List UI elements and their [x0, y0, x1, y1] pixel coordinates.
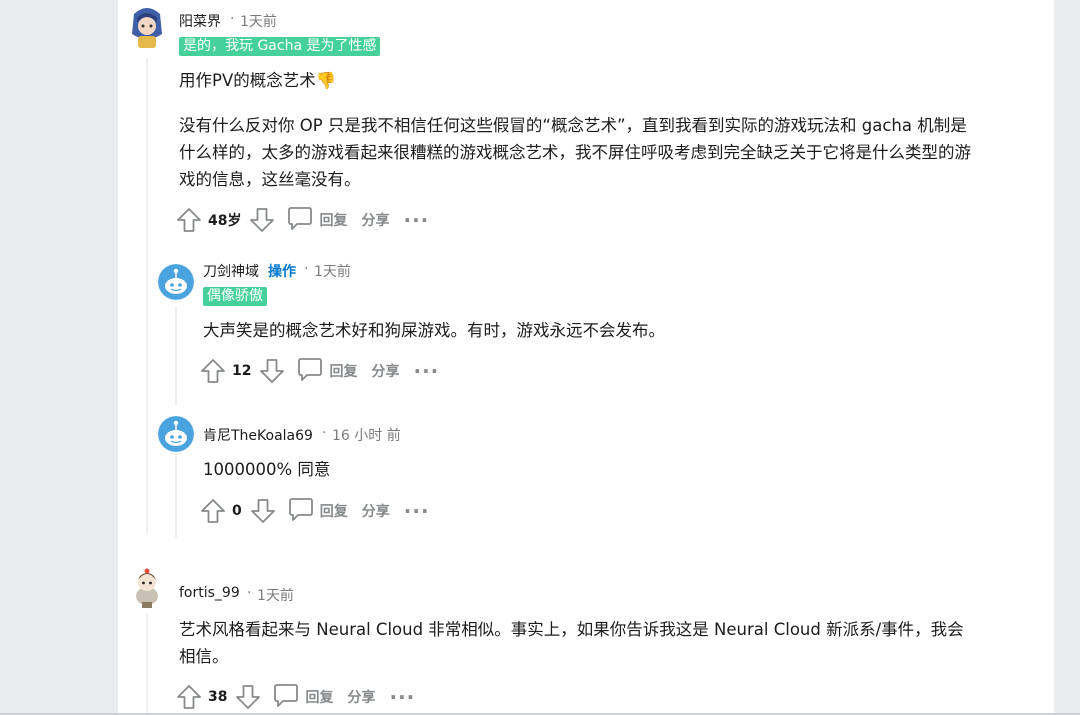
meta-separator: ·	[304, 261, 309, 277]
thread-line-3[interactable]	[175, 454, 177, 538]
comment-author[interactable]: 阳菜界	[179, 11, 221, 31]
reply-button[interactable]: 回复	[288, 496, 348, 526]
comment-body-line: 大声笑是的概念艺术好和狗屎游戏。有时，游戏永远不会发布。	[203, 321, 665, 340]
upvote-icon[interactable]	[200, 498, 226, 524]
comment-bubble-icon	[273, 682, 299, 712]
comment-actions: 38 回复 分享 ···	[176, 683, 415, 711]
upvote-icon[interactable]	[176, 207, 202, 233]
avatar[interactable]	[158, 264, 194, 300]
comment-actions: 0 回复 分享 ···	[200, 497, 430, 525]
meta-separator: ·	[230, 11, 235, 27]
more-options-icon[interactable]: ···	[413, 361, 439, 381]
comment-timestamp[interactable]: 1天前	[240, 11, 277, 31]
comment-bubble-icon	[297, 356, 323, 386]
share-button[interactable]: 分享	[371, 361, 399, 381]
comment-body-line: 1000000% 同意	[203, 460, 331, 479]
downvote-icon[interactable]	[259, 358, 285, 384]
share-button[interactable]: 分享	[362, 501, 390, 521]
upvote-icon[interactable]	[176, 684, 202, 710]
meta-separator: ·	[247, 585, 252, 601]
thread-line-2[interactable]	[175, 306, 177, 406]
more-options-icon[interactable]: ···	[389, 687, 415, 707]
vote-count: 38	[208, 689, 228, 705]
comment-body-line: 用作PV的概念艺术👎	[179, 71, 337, 90]
reply-button[interactable]: 回复	[297, 356, 357, 386]
avatar[interactable]	[158, 416, 194, 452]
reply-button[interactable]: 回复	[287, 205, 347, 235]
comment-bubble-icon	[288, 496, 314, 526]
comment-bubble-icon	[287, 205, 313, 235]
user-flair: 是的，我玩 Gacha 是为了性感	[179, 37, 381, 56]
reply-label: 回复	[319, 213, 348, 229]
op-badge: 操作	[268, 264, 296, 280]
share-button[interactable]: 分享	[347, 687, 375, 707]
downvote-icon[interactable]	[249, 207, 275, 233]
more-options-icon[interactable]: ···	[403, 210, 429, 230]
meta-separator: ·	[322, 425, 327, 441]
thread-line-1[interactable]	[146, 58, 148, 535]
comment-actions: 48岁 回复 分享 ···	[176, 206, 429, 234]
more-options-icon[interactable]: ···	[404, 501, 430, 521]
comment-author[interactable]: 肯尼TheKoala69	[203, 425, 313, 445]
comment-timestamp[interactable]: 1天前	[257, 585, 294, 605]
avatar[interactable]	[128, 566, 166, 610]
vote-count: 12	[232, 363, 252, 379]
comment-timestamp[interactable]: 16 小时 前	[332, 425, 401, 445]
share-button[interactable]: 分享	[361, 210, 389, 230]
reply-button[interactable]: 回复	[273, 682, 333, 712]
downvote-icon[interactable]	[235, 684, 261, 710]
vote-count: 0	[232, 503, 242, 519]
comment-timestamp[interactable]: 1天前	[314, 261, 351, 281]
comment-author[interactable]: 刀剑神域	[203, 261, 259, 281]
reply-label: 回复	[329, 364, 358, 380]
reply-label: 回复	[319, 504, 348, 520]
comment-body-paragraph: 没有什么反对你 OP 只是我不相信任何这些假冒的“概念艺术”，直到我看到实际的游…	[179, 116, 971, 189]
user-flair: 偶像骄傲	[203, 287, 267, 306]
reply-label: 回复	[305, 690, 334, 706]
vote-count: 48岁	[208, 213, 242, 229]
comment-author[interactable]: fortis_99	[179, 585, 240, 601]
comment-actions: 12 回复 分享 ···	[200, 357, 439, 385]
upvote-icon[interactable]	[200, 358, 226, 384]
avatar[interactable]	[128, 4, 166, 52]
thread-line-4[interactable]	[146, 614, 148, 714]
comment-body-paragraph: 艺术风格看起来与 Neural Cloud 非常相似。事实上，如果你告诉我这是 …	[179, 620, 964, 666]
downvote-icon[interactable]	[250, 498, 276, 524]
